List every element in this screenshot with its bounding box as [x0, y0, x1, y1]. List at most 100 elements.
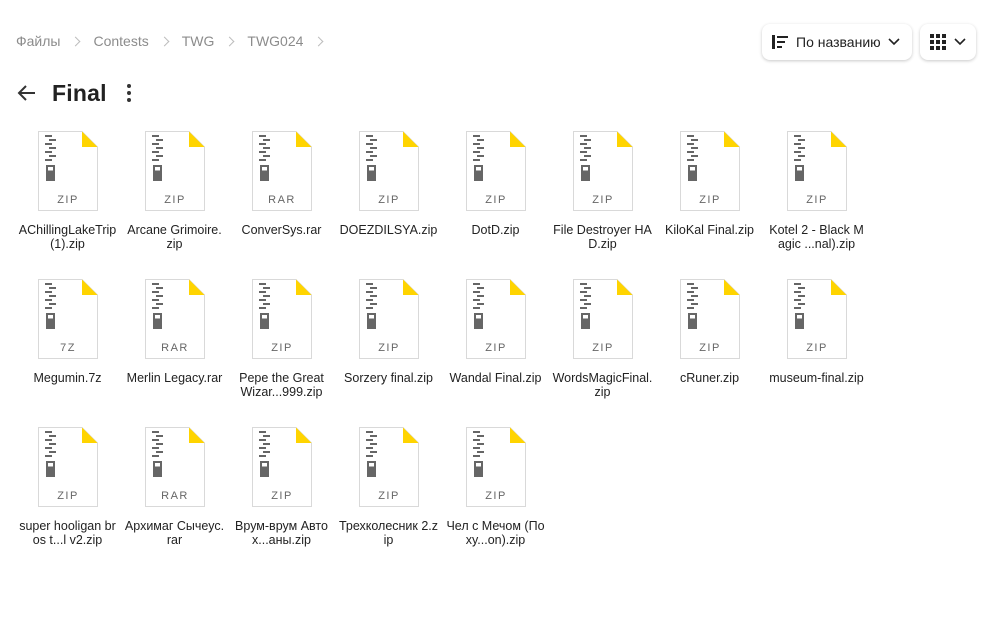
- file-name: Чел с Мечом (Похy...on).zip: [446, 519, 545, 547]
- file-item[interactable]: ZIP Arcane Grimoire.zip: [121, 131, 228, 279]
- view-mode-button[interactable]: [920, 24, 976, 60]
- file-extension-label: ZIP: [57, 490, 79, 502]
- file-name: Megumin.7z: [33, 371, 102, 385]
- file-extension-label: 7Z: [60, 342, 76, 354]
- archive-file-icon: RAR: [251, 131, 312, 211]
- breadcrumb-item-twg[interactable]: TWG: [182, 33, 215, 49]
- file-name: Merlin Legacy.rar: [126, 371, 223, 385]
- archive-file-icon: ZIP: [465, 279, 526, 359]
- file-item[interactable]: ZIP Sorzery final.zip: [335, 279, 442, 427]
- file-name: Архимаг Сычеус.rar: [124, 519, 225, 547]
- file-item[interactable]: ZIP Kotel 2 - Black Magic ...nal).zip: [763, 131, 870, 279]
- file-name: Kotel 2 - Black Magic ...nal).zip: [769, 223, 864, 251]
- file-extension-label: ZIP: [592, 342, 614, 354]
- file-name: Wandal Final.zip: [449, 371, 542, 385]
- file-name: cRuner.zip: [679, 371, 740, 385]
- chevron-right-icon: [71, 36, 81, 46]
- archive-file-icon: ZIP: [144, 131, 205, 211]
- file-item[interactable]: RAR Архимаг Сычеус.rar: [121, 427, 228, 575]
- file-extension-label: ZIP: [699, 194, 721, 206]
- archive-file-icon: ZIP: [572, 131, 633, 211]
- archive-file-icon: RAR: [144, 427, 205, 507]
- file-extension-label: ZIP: [378, 490, 400, 502]
- archive-file-icon: RAR: [144, 279, 205, 359]
- file-name: ConverSys.rar: [241, 223, 322, 237]
- file-extension-label: ZIP: [271, 342, 293, 354]
- file-item[interactable]: ZIP museum-final.zip: [763, 279, 870, 427]
- archive-file-icon: ZIP: [786, 279, 847, 359]
- file-name: Pepe the Great Wizar...999.zip: [239, 371, 324, 399]
- file-item[interactable]: ZIP AChillingLakeTrip (1).zip: [14, 131, 121, 279]
- file-item[interactable]: ZIP WordsMagicFinal.zip: [549, 279, 656, 427]
- file-name: DOEZDILSYA.zip: [339, 223, 438, 237]
- file-extension-label: ZIP: [378, 342, 400, 354]
- file-extension-label: ZIP: [485, 490, 507, 502]
- sort-button[interactable]: По названию: [762, 24, 912, 60]
- file-extension-label: ZIP: [485, 342, 507, 354]
- breadcrumb-item-files[interactable]: Файлы: [16, 33, 60, 49]
- file-extension-label: RAR: [161, 490, 189, 502]
- archive-file-icon: ZIP: [679, 131, 740, 211]
- file-extension-label: RAR: [268, 194, 296, 206]
- page-title: Final: [52, 79, 107, 106]
- file-name: Врум-врум Автох...аны.zip: [235, 519, 328, 547]
- chevron-right-icon: [313, 36, 324, 46]
- file-extension-label: ZIP: [271, 490, 293, 502]
- file-name: AChillingLakeTrip (1).zip: [18, 223, 117, 251]
- archive-file-icon: ZIP: [786, 131, 847, 211]
- file-extension-label: RAR: [161, 342, 189, 354]
- file-item[interactable]: ZIP cRuner.zip: [656, 279, 763, 427]
- toolbar: По названию: [762, 24, 976, 60]
- file-item[interactable]: ZIP Врум-врум Автох...аны.zip: [228, 427, 335, 575]
- file-grid: ZIP AChillingLakeTrip (1).zip ZIP Arcane Gr…: [14, 131, 974, 575]
- file-name: super hooligan bros t...l v2.zip: [19, 519, 116, 547]
- file-item[interactable]: ZIP KiloKal Final.zip: [656, 131, 763, 279]
- archive-file-icon: ZIP: [37, 427, 98, 507]
- archive-file-icon: ZIP: [251, 427, 312, 507]
- archive-file-icon: 7Z: [37, 279, 98, 359]
- file-item[interactable]: ZIP Чел с Мечом (Похy...on).zip: [442, 427, 549, 575]
- file-name: Arcane Grimoire.zip: [127, 223, 222, 251]
- breadcrumb: Файлы Contests TWG TWG024: [16, 33, 336, 49]
- file-extension-label: ZIP: [592, 194, 614, 206]
- file-name: Sorzery final.zip: [344, 371, 433, 385]
- more-actions-button[interactable]: [119, 82, 139, 104]
- archive-file-icon: ZIP: [358, 427, 419, 507]
- file-extension-label: ZIP: [164, 194, 186, 206]
- file-item[interactable]: RAR ConverSys.rar: [228, 131, 335, 279]
- file-item[interactable]: ZIP DOEZDILSYA.zip: [335, 131, 442, 279]
- file-item[interactable]: ZIP Pepe the Great Wizar...999.zip: [228, 279, 335, 427]
- archive-file-icon: ZIP: [251, 279, 312, 359]
- grid-view-icon: [930, 34, 946, 50]
- file-item[interactable]: ZIP File Destroyer HAD.zip: [549, 131, 656, 279]
- file-extension-label: ZIP: [699, 342, 721, 354]
- archive-file-icon: ZIP: [465, 131, 526, 211]
- file-extension-label: ZIP: [806, 194, 828, 206]
- more-vertical-icon: [126, 84, 131, 102]
- sort-icon: [772, 35, 788, 49]
- chevron-right-icon: [224, 36, 235, 46]
- file-item[interactable]: RAR Merlin Legacy.rar: [121, 279, 228, 427]
- breadcrumb-item-contests[interactable]: Contests: [93, 33, 148, 49]
- file-name: WordsMagicFinal.zip: [552, 371, 653, 399]
- file-name: DotD.zip: [471, 223, 520, 237]
- file-extension-label: ZIP: [485, 194, 507, 206]
- file-item[interactable]: 7Z Megumin.7z: [14, 279, 121, 427]
- archive-file-icon: ZIP: [358, 279, 419, 359]
- archive-file-icon: ZIP: [37, 131, 98, 211]
- back-arrow-icon[interactable]: [16, 82, 38, 104]
- breadcrumb-item-twg024[interactable]: TWG024: [247, 33, 303, 49]
- file-name: museum-final.zip: [769, 371, 864, 385]
- folder-header: Final: [16, 78, 139, 108]
- file-name: KiloKal Final.zip: [665, 223, 754, 237]
- chevron-down-icon: [954, 38, 966, 46]
- chevron-right-icon: [159, 36, 170, 46]
- file-extension-label: ZIP: [806, 342, 828, 354]
- archive-file-icon: ZIP: [358, 131, 419, 211]
- file-item[interactable]: ZIP Wandal Final.zip: [442, 279, 549, 427]
- archive-file-icon: ZIP: [679, 279, 740, 359]
- file-item[interactable]: ZIP super hooligan bros t...l v2.zip: [14, 427, 121, 575]
- file-item[interactable]: ZIP Трехколесник 2.zip: [335, 427, 442, 575]
- file-item[interactable]: ZIP DotD.zip: [442, 131, 549, 279]
- file-name: File Destroyer HAD.zip: [553, 223, 652, 251]
